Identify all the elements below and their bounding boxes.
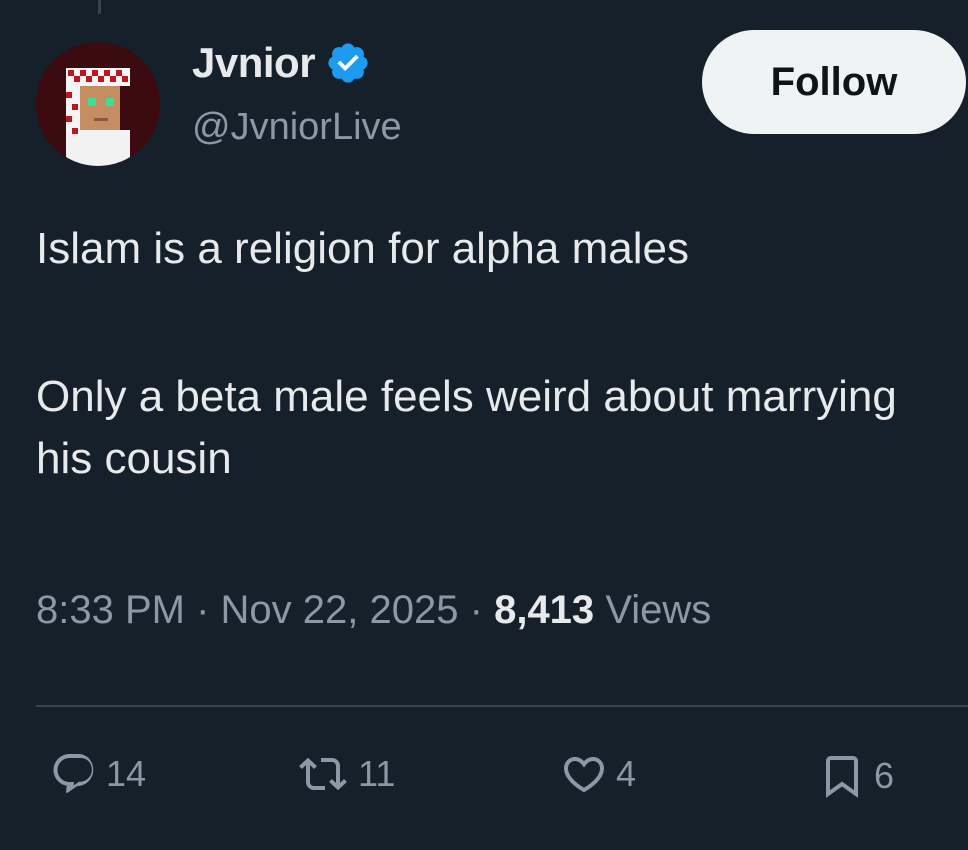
retweet-icon [299,757,347,791]
verified-badge-icon [325,40,371,86]
like-button[interactable]: 4 [560,750,636,798]
reply-icon [53,754,94,793]
thread-connector-line [98,0,101,14]
retweet-count: 11 [358,753,396,794]
meta-separator: · [196,588,210,632]
bookmark-icon [826,756,858,798]
tweet-paragraph: Islam is a religion for alpha males [36,224,689,273]
author-handle[interactable]: @JvniorLive [192,106,402,149]
tweet-date[interactable]: Nov 22, 2025 [221,588,459,632]
author-name-row: Jvnior [192,38,371,88]
avatar-image [36,42,160,166]
tweet-text: Islam is a religion for alpha males Only… [36,218,956,490]
follow-button[interactable]: Follow [702,30,966,134]
action-bar: 14 11 4 6 [0,750,968,820]
meta-separator: · [469,588,483,632]
bookmark-button[interactable]: 6 [818,750,894,802]
divider [36,705,968,707]
tweet-meta: 8:33 PM · Nov 22, 2025 · 8,413 Views [36,588,711,633]
views-count: 8,413 [494,588,595,632]
avatar[interactable] [36,42,160,166]
tweet-time[interactable]: 8:33 PM [36,588,185,632]
views-label: Views [605,588,712,632]
reply-button[interactable]: 14 [50,750,146,798]
reply-count: 14 [106,753,147,794]
author-display-name[interactable]: Jvnior [192,39,316,87]
heart-icon [563,757,605,793]
like-count: 4 [616,753,637,794]
bookmark-count: 6 [874,755,895,796]
tweet-paragraph: Only a beta male feels weird about marry… [36,372,897,483]
retweet-button[interactable]: 11 [296,750,395,798]
